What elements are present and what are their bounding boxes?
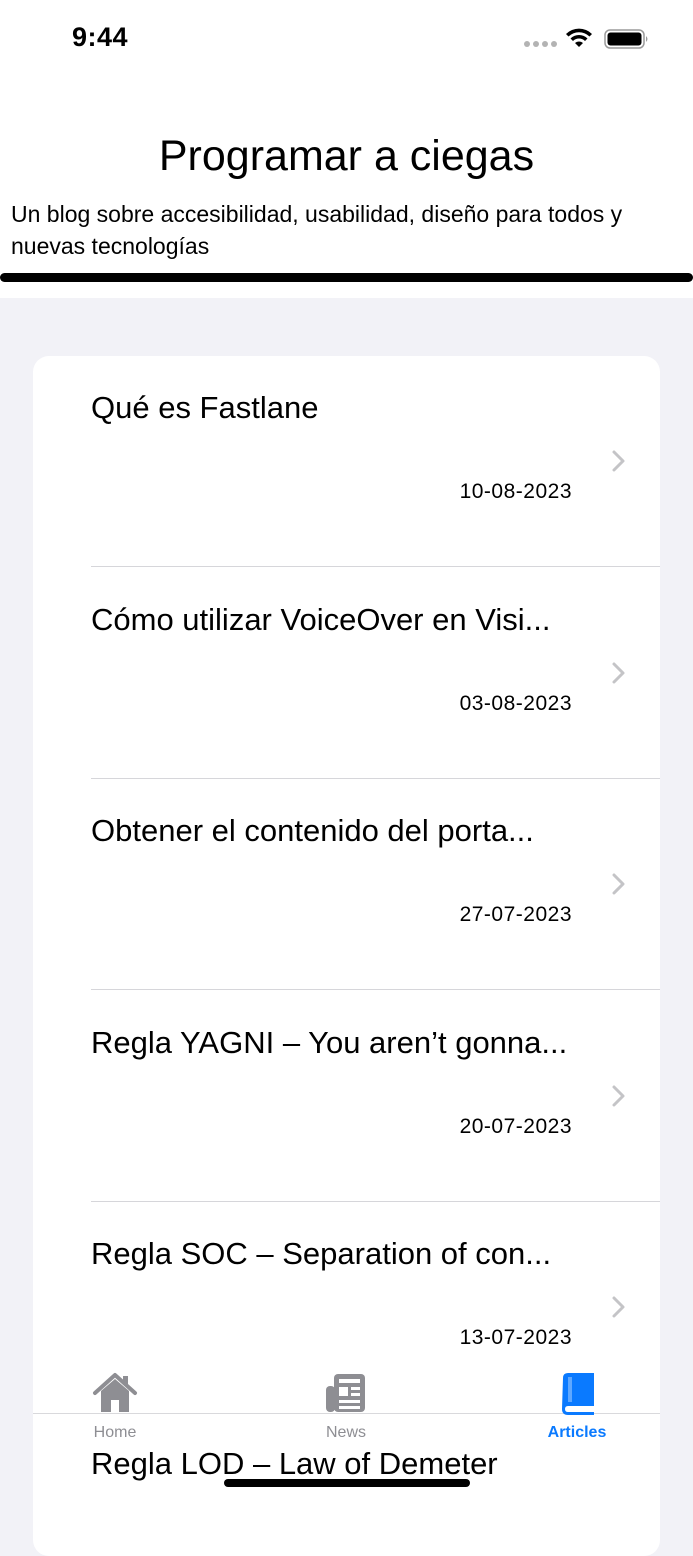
- tab-news[interactable]: News: [286, 1370, 406, 1441]
- status-bar: 9:44: [0, 0, 693, 80]
- tab-label: News: [325, 1424, 366, 1441]
- article-date: 10-08-2023: [459, 480, 572, 503]
- tab-home[interactable]: Home: [55, 1370, 175, 1441]
- header-area: 9:44 Programar a ciegas Un blog sobre ac…: [0, 0, 693, 298]
- tab-label: Articles: [547, 1424, 607, 1441]
- house-icon: [93, 1373, 137, 1412]
- article-title[interactable]: Regla LOD – Law of Demeter: [91, 1446, 498, 1482]
- article-row[interactable]: Cómo utilizar VoiceOver en Visi... 03-08…: [33, 568, 660, 779]
- article-title: Regla SOC – Separation of con...: [91, 1236, 552, 1271]
- page-subtitle: Un blog sobre accesibilidad, usabilidad,…: [11, 201, 623, 259]
- article-title: Obtener el contenido del porta...: [91, 813, 534, 848]
- wifi-icon: [566, 28, 592, 47]
- book-icon: [562, 1373, 594, 1415]
- tab-articles[interactable]: Articles: [517, 1370, 637, 1441]
- article-title: Cómo utilizar VoiceOver en Visi...: [91, 602, 551, 637]
- article-title: Regla YAGNI – You aren’t gonna...: [91, 1025, 568, 1060]
- home-indicator[interactable]: [224, 1479, 470, 1487]
- article-date: 20-07-2023: [459, 1115, 572, 1138]
- article-row[interactable]: Qué es Fastlane 10-08-2023: [33, 356, 660, 567]
- tab-label: Home: [93, 1424, 137, 1441]
- chevron-right-icon: [612, 662, 625, 684]
- article-date: 13-07-2023: [459, 1326, 572, 1349]
- header-separator: [0, 273, 693, 282]
- article-row[interactable]: Regla YAGNI – You aren’t gonna... 20-07-…: [33, 991, 660, 1202]
- page-title: Programar a ciegas: [158, 131, 535, 180]
- chevron-right-icon: [612, 873, 625, 895]
- row-divider: [91, 989, 660, 990]
- cellular-dots-icon: [524, 41, 558, 49]
- chevron-right-icon: [612, 1296, 625, 1318]
- battery-icon: [604, 29, 648, 49]
- row-divider: [91, 566, 660, 567]
- article-row[interactable]: Obtener el contenido del porta... 27-07-…: [33, 779, 660, 990]
- article-date: 27-07-2023: [459, 903, 572, 926]
- article-title: Qué es Fastlane: [91, 390, 319, 425]
- status-time: 9:44: [72, 22, 129, 52]
- chevron-right-icon: [612, 450, 625, 472]
- newspaper-icon: [326, 1374, 365, 1412]
- chevron-right-icon: [612, 1085, 625, 1107]
- article-date: 03-08-2023: [459, 692, 572, 715]
